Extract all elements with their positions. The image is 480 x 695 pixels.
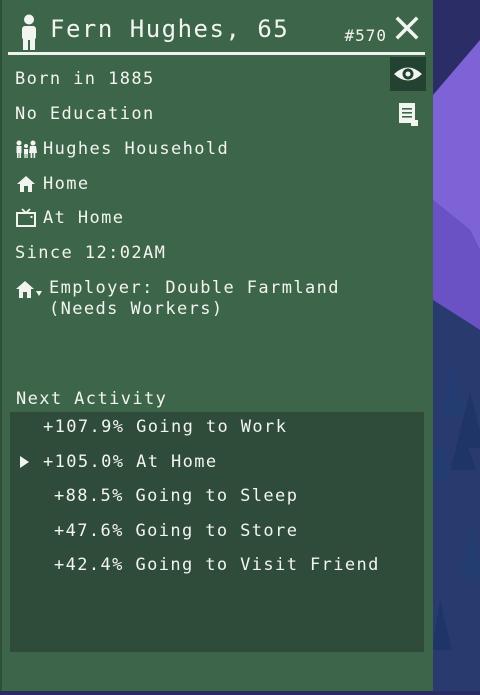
- status-since-time: Since 12:02AM: [15, 243, 167, 263]
- since-row: Since 12:02AM: [15, 243, 166, 263]
- document-icon[interactable]: [397, 101, 419, 127]
- family-icon: [16, 140, 37, 158]
- next-activity-list: +107.9% Going to Work +105.0% At Home +8…: [10, 412, 424, 652]
- activity-item: +42.4% Going to Visit Friend: [54, 555, 380, 575]
- citizen-name-age: Fern Hughes, 65: [50, 15, 290, 43]
- close-icon[interactable]: [395, 16, 419, 40]
- birth-year: Born in 1885: [15, 69, 155, 89]
- activity-item-current: +105.0% At Home: [43, 452, 218, 472]
- citizen-info-panel: Fern Hughes, 65 #570 Born in 1885 No Edu…: [0, 0, 433, 691]
- follow-citizen-button[interactable]: [390, 57, 426, 91]
- tv-icon: [16, 208, 36, 227]
- current-status: At Home: [43, 208, 125, 228]
- activity-item: +47.6% Going to Store: [54, 521, 299, 541]
- triangle-right-icon: [20, 456, 29, 468]
- eye-icon: [394, 67, 422, 81]
- person-icon: [22, 14, 36, 50]
- education-row: No Education: [15, 104, 155, 124]
- activity-item: +107.9% Going to Work: [43, 417, 288, 437]
- birth-year-row: Born in 1885: [15, 69, 155, 89]
- employer-name: Employer: Double Farmland (Needs Workers…: [49, 278, 340, 319]
- house-icon: [17, 176, 35, 192]
- panel-header: Fern Hughes, 65 #570: [8, 6, 425, 55]
- household-row[interactable]: Hughes Household: [15, 139, 229, 159]
- citizen-id: #570: [344, 26, 387, 45]
- next-activity-label: Next Activity: [16, 389, 168, 409]
- employer-row[interactable]: Employer: Double Farmland (Needs Workers…: [15, 278, 405, 320]
- activity-item: +88.5% Going to Sleep: [54, 486, 299, 506]
- education-level: No Education: [15, 104, 155, 124]
- home-label: Home: [43, 174, 90, 194]
- home-row[interactable]: Home: [15, 174, 90, 194]
- household-name: Hughes Household: [43, 139, 230, 159]
- workplace-icon: [16, 281, 42, 298]
- status-row: At Home: [15, 208, 124, 228]
